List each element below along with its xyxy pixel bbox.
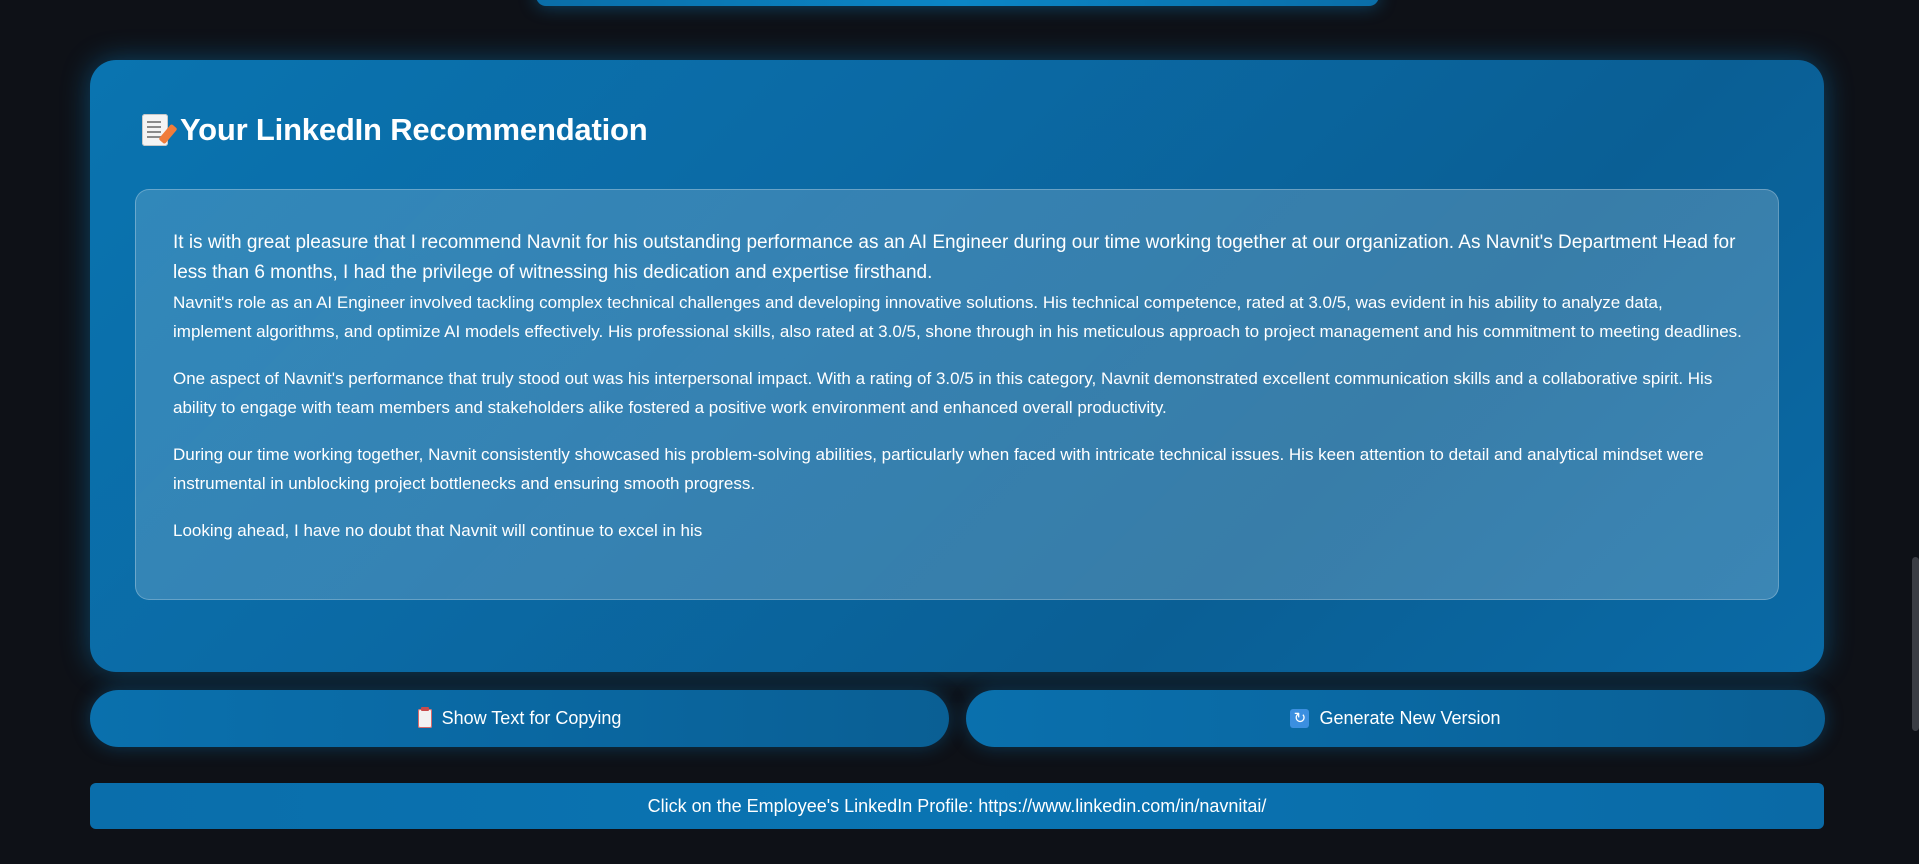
clipboard-icon bbox=[417, 707, 432, 728]
recommendation-title: Your LinkedIn Recommendation bbox=[180, 112, 648, 147]
linkedin-profile-link[interactable]: Click on the Employee's LinkedIn Profile… bbox=[90, 783, 1824, 829]
recommendation-paragraph: Looking ahead, I have no doubt that Navn… bbox=[173, 521, 703, 540]
recommendation-paragraph: During our time working together, Navnit… bbox=[173, 445, 1704, 493]
memo-icon bbox=[142, 114, 168, 146]
recommendation-paragraph: Navnit's role as an AI Engineer involved… bbox=[173, 293, 1742, 341]
linkedin-profile-text: Click on the Employee's LinkedIn Profile… bbox=[647, 795, 1267, 816]
recommendation-paragraph: It is with great pleasure that I recomme… bbox=[173, 232, 1736, 283]
recommendation-card: Your LinkedIn Recommendation It is with … bbox=[90, 60, 1824, 672]
recommendation-paragraph: One aspect of Navnit's performance that … bbox=[173, 369, 1713, 417]
recommendation-text-box: It is with great pleasure that I recomme… bbox=[135, 189, 1779, 600]
page-scrollbar[interactable] bbox=[1912, 557, 1919, 731]
refresh-icon: ↻ bbox=[1290, 709, 1310, 728]
generate-new-version-button[interactable]: ↻ Generate New Version bbox=[966, 690, 1825, 747]
recommendation-heading: Your LinkedIn Recommendation bbox=[142, 112, 648, 148]
previous-button-edge[interactable] bbox=[536, 0, 1379, 6]
show-text-for-copying-button[interactable]: Show Text for Copying bbox=[90, 690, 949, 747]
generate-new-version-label: Generate New Version bbox=[1319, 708, 1501, 728]
show-text-label: Show Text for Copying bbox=[441, 708, 622, 728]
